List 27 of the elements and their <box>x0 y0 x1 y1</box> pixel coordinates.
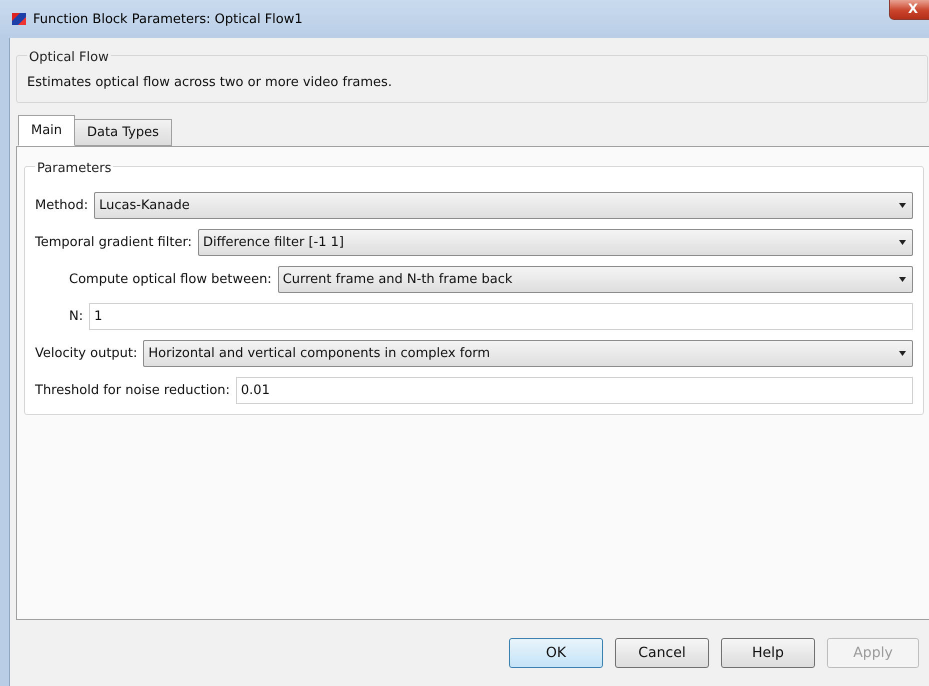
dialog-button[interactable]: OK <box>509 638 603 668</box>
caret-icon <box>899 203 906 208</box>
group-title: Optical Flow <box>29 50 109 65</box>
close-button[interactable]: X <box>889 0 929 20</box>
field-label: Threshold for noise reduction: <box>35 383 230 398</box>
block-description: Estimates optical flow across two or more video frames. <box>27 75 393 90</box>
caret-icon <box>899 277 906 282</box>
tab[interactable]: Main <box>18 115 76 146</box>
field-label: Temporal gradient filter: <box>35 235 192 250</box>
field-label: Compute optical flow between: <box>69 272 272 287</box>
field-label: N: <box>69 309 84 324</box>
group-title: Parameters <box>37 161 112 176</box>
tab[interactable]: Data Types <box>75 119 172 146</box>
dialog-button[interactable]: Cancel <box>615 638 709 668</box>
dialog-button[interactable]: Help <box>721 638 815 668</box>
caret-icon <box>899 240 906 245</box>
field-label: Velocity output: <box>35 346 138 361</box>
dropdown-field[interactable]: Lucas-Kanade <box>94 192 913 219</box>
dropdown-field[interactable]: Current frame and N-th frame back <box>278 266 913 293</box>
field-label: Method: <box>35 198 88 213</box>
dropdown-field[interactable]: Difference filter [-1 1] <box>198 229 913 256</box>
app-icon <box>11 11 27 27</box>
dropdown-field[interactable]: Horizontal and vertical components in complex form <box>143 340 913 367</box>
input-field[interactable]: 0.01 <box>236 377 913 404</box>
caret-icon <box>899 351 906 356</box>
input-field[interactable]: 1 <box>89 303 913 330</box>
window-title: Function Block Parameters: Optical Flow1 <box>33 12 303 26</box>
